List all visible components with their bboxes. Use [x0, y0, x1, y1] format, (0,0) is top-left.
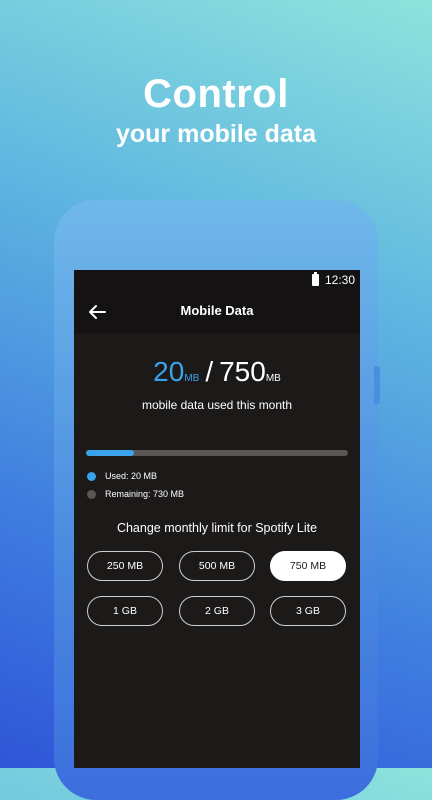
usage-caption: mobile data used this month	[141, 398, 293, 412]
remaining-dot-icon	[87, 489, 96, 499]
hero-subtitle: your mobile data	[115, 120, 317, 148]
status-time: 12:30	[325, 273, 356, 287]
hero-title: Control	[143, 72, 289, 116]
limit-option-500mb[interactable]: 500 MB	[179, 551, 255, 581]
used-unit: MB	[184, 373, 200, 384]
limit-option-2gb[interactable]: 2 GB	[179, 596, 255, 626]
legend-remaining: Remaining: 730 MB	[87, 489, 184, 499]
phone-side-button	[374, 366, 380, 404]
app-bar: Mobile Data	[74, 290, 360, 334]
usage-separator: /	[205, 356, 214, 387]
legend-used-label: Used: 20 MB	[105, 471, 158, 481]
limit-option-1gb[interactable]: 1 GB	[87, 596, 163, 626]
usage-summary: 20MB/750MB	[74, 356, 360, 388]
used-amount: 20	[153, 356, 185, 387]
status-bar: 12:30	[74, 270, 360, 290]
page-title: Mobile Data	[180, 303, 254, 318]
phone-screen: 12:30 Mobile Data 20MB/750MB mobile data…	[74, 270, 360, 768]
battery-icon	[312, 272, 319, 286]
legend-used: Used: 20 MB	[87, 471, 157, 481]
data-usage-progress-bar	[86, 450, 348, 456]
legend-remaining-label: Remaining: 730 MB	[105, 489, 185, 499]
progress-fill	[86, 450, 135, 456]
limit-option-250mb[interactable]: 250 MB	[87, 551, 163, 581]
limit-amount: 750	[219, 356, 266, 387]
limit-option-3gb[interactable]: 3 GB	[270, 596, 346, 626]
used-dot-icon	[87, 471, 96, 481]
limit-heading: Change monthly limit for Spotify Lite	[116, 521, 318, 535]
limit-option-750mb[interactable]: 750 MB	[270, 551, 346, 581]
limit-unit: MB	[265, 373, 281, 384]
